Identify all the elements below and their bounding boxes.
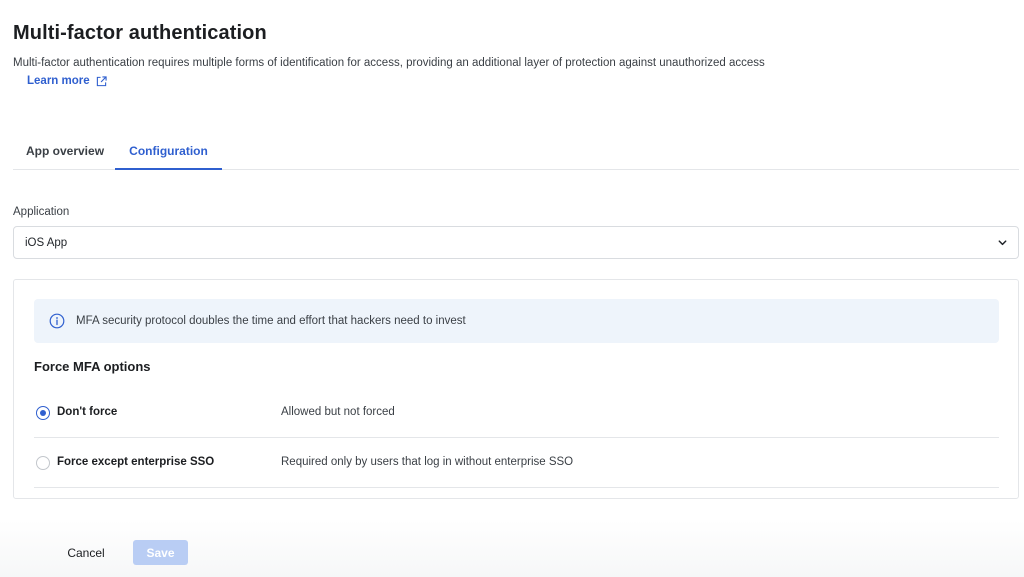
mfa-page: Multi-factor authentication Multi-factor… <box>0 0 1024 577</box>
dont-force-radio[interactable] <box>36 406 50 420</box>
option-description: Required only by users that log in witho… <box>281 456 574 468</box>
page-subtitle: Multi-factor authentication requires mul… <box>13 57 765 69</box>
force-mfa-title: Force MFA options <box>34 359 151 374</box>
application-label: Application <box>13 206 70 218</box>
tab-app-overview[interactable]: App overview <box>26 136 104 170</box>
chevron-down-icon <box>998 240 1007 246</box>
info-icon <box>49 313 65 329</box>
force-except-sso-radio[interactable] <box>36 456 50 470</box>
option-description: Allowed but not forced <box>281 406 395 418</box>
external-link-icon <box>96 75 107 86</box>
mfa-options-card: MFA security protocol doubles the time a… <box>13 279 1019 499</box>
option-dont-force[interactable]: Don't force Allowed but not forced <box>34 388 999 438</box>
option-label: Force except enterprise SSO <box>57 456 215 468</box>
tab-configuration[interactable]: Configuration <box>115 136 222 170</box>
application-select-value: iOS App <box>25 236 68 249</box>
learn-more-link[interactable]: Learn more <box>27 75 107 87</box>
option-force-except-sso[interactable]: Force except enterprise SSO Required onl… <box>34 438 999 488</box>
page-title: Multi-factor authentication <box>13 22 267 44</box>
option-label: Don't force <box>57 406 118 418</box>
tab-bar: App overview Configuration <box>13 136 1019 170</box>
application-select[interactable]: iOS App <box>13 226 1019 259</box>
info-banner: MFA security protocol doubles the time a… <box>34 299 999 343</box>
info-banner-text: MFA security protocol doubles the time a… <box>76 315 466 327</box>
save-button[interactable]: Save <box>133 540 188 565</box>
learn-more-label: Learn more <box>27 75 90 87</box>
cancel-button[interactable]: Cancel <box>55 540 117 565</box>
